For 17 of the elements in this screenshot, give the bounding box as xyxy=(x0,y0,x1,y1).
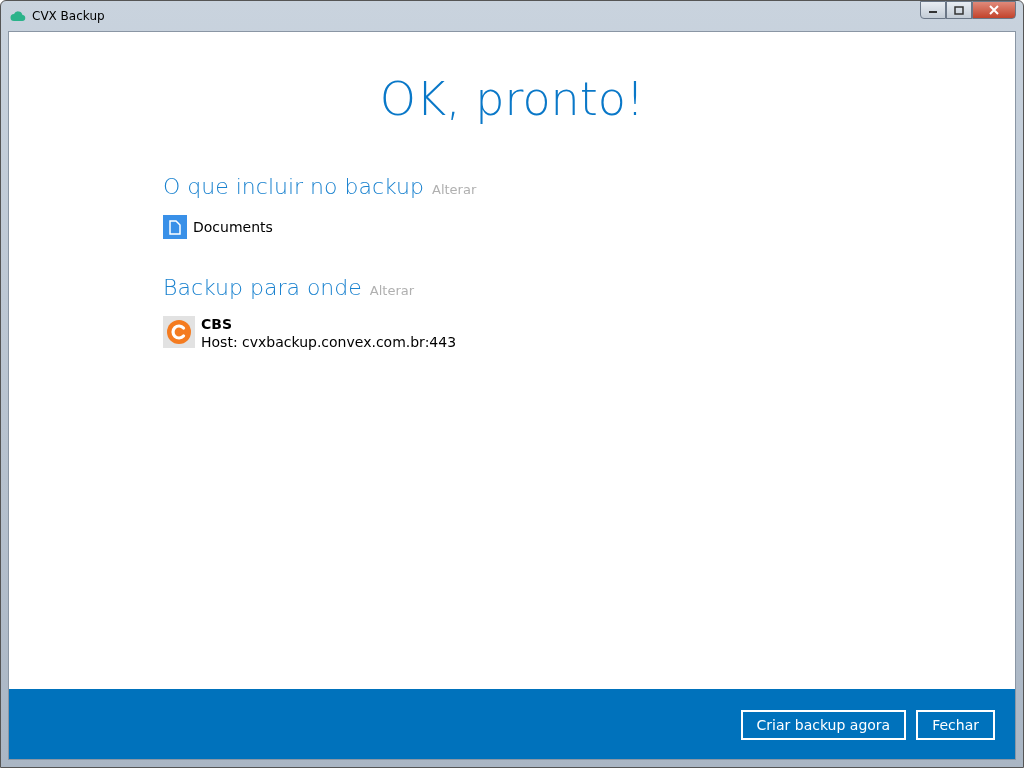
cloud-icon xyxy=(10,10,26,22)
destination-name: CBS xyxy=(201,316,234,332)
maximize-icon xyxy=(954,5,964,15)
document-icon xyxy=(163,215,187,239)
section-title: Backup para onde xyxy=(163,275,362,300)
close-dialog-button[interactable]: Fechar xyxy=(916,710,995,740)
host-text: Host: cvxbackup.convex.com.br:443 xyxy=(201,333,457,352)
close-icon xyxy=(988,5,1000,15)
minimize-button[interactable] xyxy=(920,1,946,19)
maximize-button[interactable] xyxy=(946,1,972,19)
logo-icon xyxy=(163,316,195,348)
page-heading: OK, pronto! xyxy=(378,72,646,126)
section-title: O que incluir no backup xyxy=(163,174,424,199)
source-name: Documents xyxy=(193,218,273,237)
backup-now-button[interactable]: Criar backup agora xyxy=(740,710,907,740)
close-button[interactable] xyxy=(972,1,1016,19)
window-title: CVX Backup xyxy=(32,9,105,23)
